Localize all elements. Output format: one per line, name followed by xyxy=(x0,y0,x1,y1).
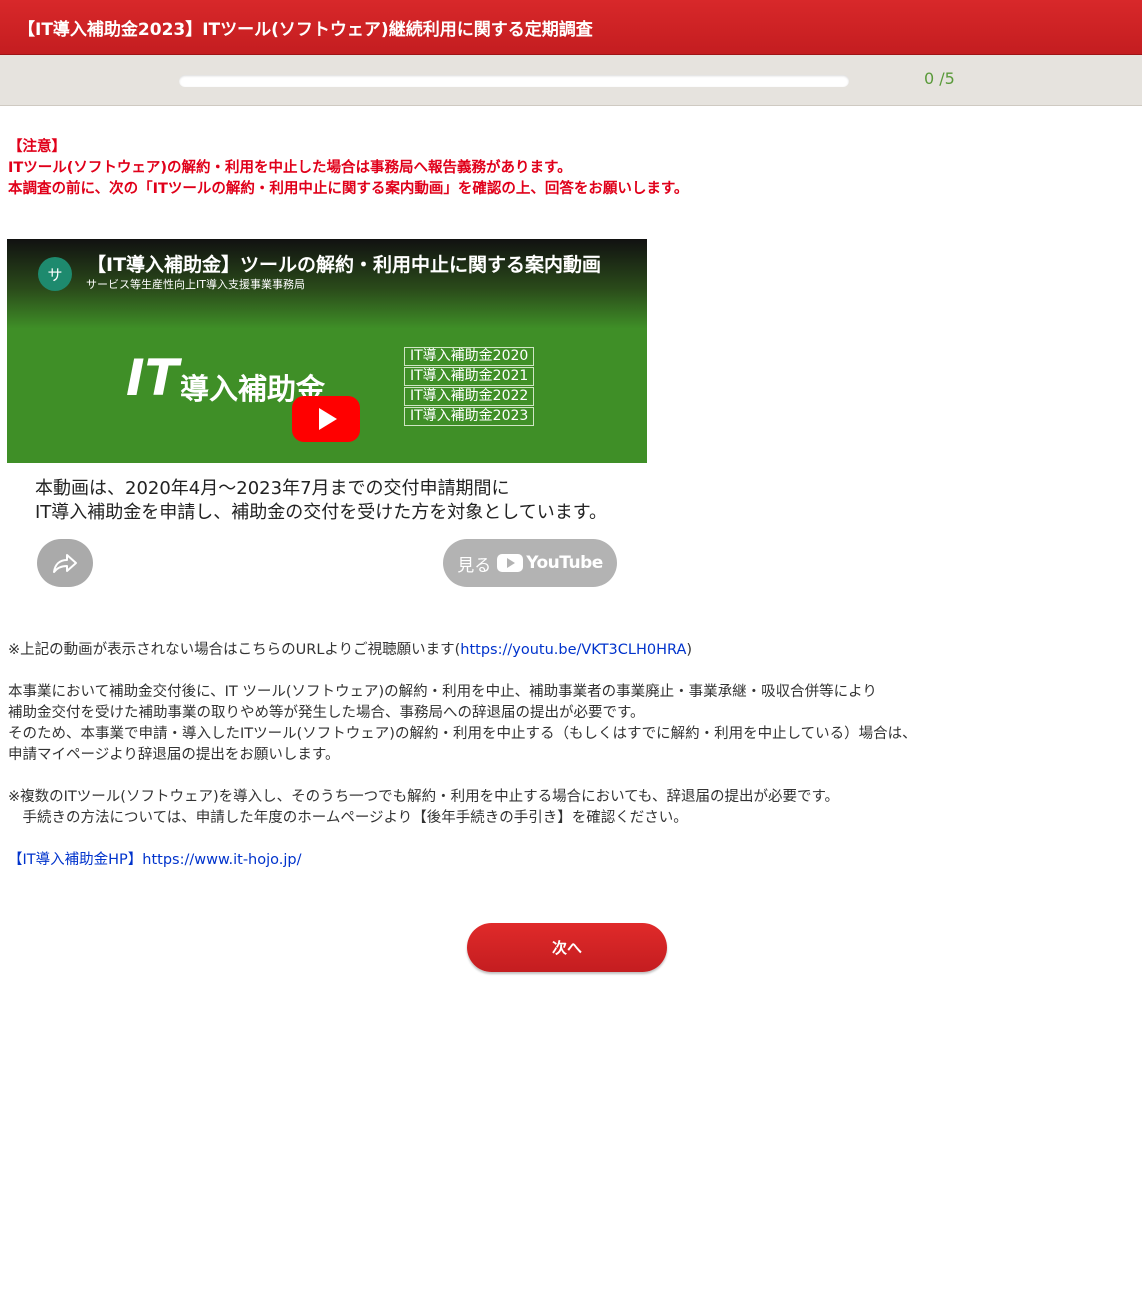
caption-line-2: IT導入補助金を申請し、補助金の交付を受けた方を対象としています。 xyxy=(35,502,607,523)
progress-text: 0 /5 xyxy=(924,69,955,88)
url-note: ※上記の動画が表示されない場合はこちらのURLよりご視聴願います(https:/… xyxy=(8,642,693,658)
logo-it: IT xyxy=(126,349,179,407)
notice-line-1: ITツール(ソフトウェア)の解約・利用を中止した場合は事務局へ報告義務があります… xyxy=(8,160,572,176)
survey-header: 【IT導入補助金2023】ITツール(ソフトウェア)継続利用に関する定期調査 xyxy=(0,0,1142,55)
year-item: IT導入補助金2020 xyxy=(404,347,535,366)
video-thumbnail[interactable]: サ 【IT導入補助金】ツールの解約・利用中止に関する案内動画 サービス等生産性向… xyxy=(7,239,647,463)
share-button[interactable] xyxy=(37,539,93,587)
play-button[interactable] xyxy=(292,396,360,442)
video-title[interactable]: 【IT導入補助金】ツールの解約・利用中止に関する案内動画 xyxy=(87,250,612,277)
year-item: IT導入補助金2021 xyxy=(404,367,535,386)
youtube-wordmark: YouTube xyxy=(526,553,603,573)
video-url-link[interactable]: https://youtu.be/VKT3CLH0HRA xyxy=(460,642,686,658)
youtube-icon xyxy=(497,554,524,572)
video-embed[interactable]: サ 【IT導入補助金】ツールの解約・利用中止に関する案内動画 サービス等生産性向… xyxy=(7,239,647,599)
year-item: IT導入補助金2023 xyxy=(404,407,535,426)
watch-on-youtube-button[interactable]: 見る YouTube xyxy=(443,539,617,587)
paragraph-multiple-tools: ※複数のITツール(ソフトウェア)を導入し、そのうち一つでも解約・利用を中止する… xyxy=(8,789,840,826)
notice-label: 【注意】 xyxy=(8,139,66,155)
next-button[interactable]: 次へ xyxy=(467,923,667,972)
play-icon xyxy=(319,408,337,430)
video-channel-name: サービス等生産性向上IT導入支援事業事務局 xyxy=(86,278,305,291)
hp-link-row: 【IT導入補助金HP】https://www.it-hojo.jp/ xyxy=(8,850,1108,871)
channel-avatar[interactable]: サ xyxy=(38,257,72,291)
progress-area: 0 /5 xyxy=(0,55,1142,106)
watch-label: 見る xyxy=(457,555,492,576)
notice-block: 【注意】 ITツール(ソフトウェア)の解約・利用を中止した場合は事務局へ報告義務… xyxy=(8,137,688,200)
video-caption: 本動画は、2020年4月～2023年7月までの交付申請期間に IT導入補助金を申… xyxy=(35,477,607,525)
it-hojo-homepage-link[interactable]: 【IT導入補助金HP】https://www.it-hojo.jp/ xyxy=(8,852,302,868)
caption-line-1: 本動画は、2020年4月～2023年7月までの交付申請期間に xyxy=(35,478,510,499)
paragraph-withdrawal: 本事業において補助金交付後に、IT ツール(ソフトウェア)の解約・利用を中止、補… xyxy=(8,684,917,763)
instructions: ※上記の動画が表示されない場合はこちらのURLよりご視聴願います(https:/… xyxy=(8,640,1108,892)
progress-bar xyxy=(179,75,849,87)
share-icon xyxy=(53,554,77,573)
survey-title: 【IT導入補助金2023】ITツール(ソフトウェア)継続利用に関する定期調査 xyxy=(18,19,593,40)
year-item: IT導入補助金2022 xyxy=(404,387,535,406)
notice-line-2: 本調査の前に、次の「ITツールの解約・利用中止に関する案内動画」を確認の上、回答… xyxy=(8,181,689,197)
year-list: IT導入補助金2020 IT導入補助金2021 IT導入補助金2022 IT導入… xyxy=(404,347,535,427)
